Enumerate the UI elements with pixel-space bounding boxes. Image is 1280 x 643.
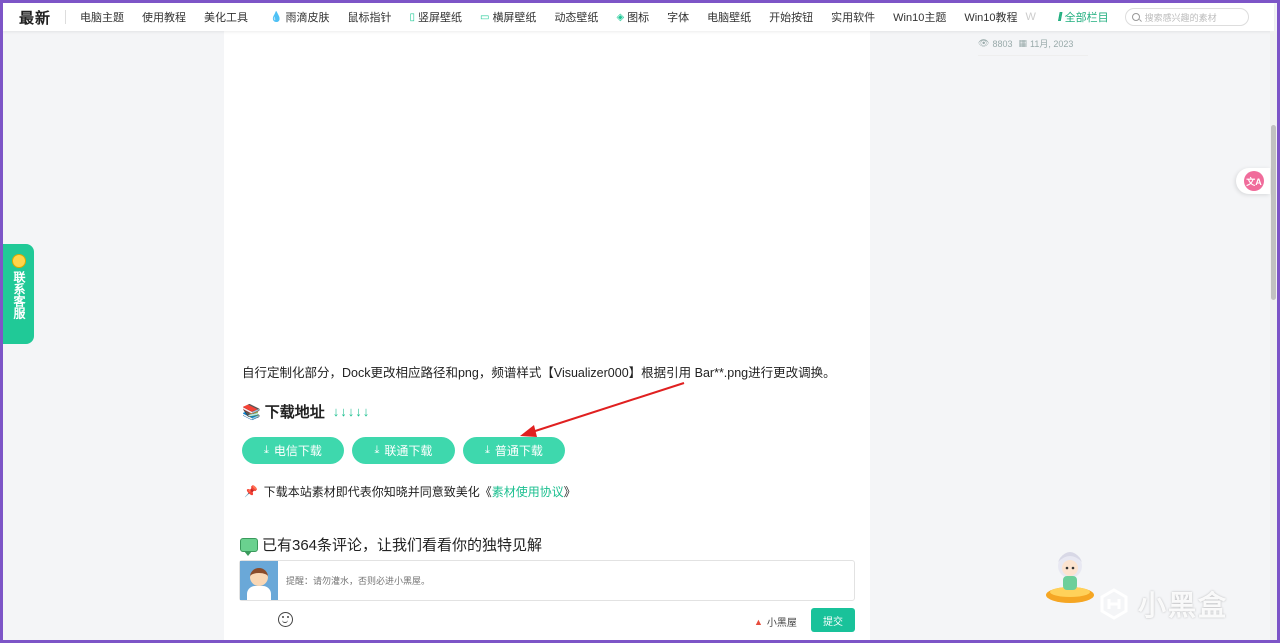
mascot-icon[interactable] (1044, 548, 1096, 604)
license-link[interactable]: 素材使用协议 (492, 483, 564, 500)
calendar-icon: ▦ (1018, 38, 1027, 48)
emoji-icon[interactable] (278, 612, 293, 627)
article-description: 自行定制化部分，Dock更改相应路径和png，频谱样式【Visualizer00… (242, 366, 836, 380)
download-heading: 📚 下载地址 ↓↓↓↓↓ (242, 403, 371, 422)
black-house-link[interactable]: ▲ 小黑屋 (754, 614, 797, 630)
nav-item-themes[interactable]: 电脑主题 (80, 9, 124, 25)
down-arrows: ↓↓↓↓↓ (332, 404, 371, 419)
eye-icon: 👁 (978, 38, 990, 48)
scrollbar-thumb[interactable] (1271, 125, 1276, 300)
avatar (240, 561, 278, 600)
search-input[interactable]: 搜索感兴趣的素材 (1124, 8, 1249, 26)
nav-item-overflow: W (1025, 11, 1036, 23)
contact-label: 联系客服 (12, 271, 26, 319)
nav-item-icons[interactable]: ◈ 图标 (616, 9, 649, 25)
nav-item-win10-tutorials[interactable]: Win10教程 (964, 9, 1017, 25)
post-date: 11月, 2023 (1029, 39, 1074, 49)
nav-item-tools[interactable]: 美化工具 (204, 9, 248, 25)
download-notice: 📌 下载本站素材即代表你知晓并同意致美化《 素材使用协议》 (244, 483, 576, 500)
submit-comment-button[interactable]: 提交 (811, 608, 855, 632)
top-navigation: 最新 电脑主题 使用教程 美化工具 💧 雨滴皮肤 鼠标指针 ▯ 竖屏壁纸 ▭ 横屏壁纸… (3, 3, 1274, 31)
unicom-download-button[interactable]: ⤓ 联通下载 (352, 437, 455, 464)
download-icon: ⤓ (485, 444, 490, 456)
layers-icon: ◈ (616, 11, 625, 23)
nav-item-start-button[interactable]: 开始按钮 (769, 9, 813, 25)
normal-download-button[interactable]: ⤓ 普通下载 (463, 437, 565, 464)
nav-item-software[interactable]: 实用软件 (831, 9, 875, 25)
pin-icon: 📌 (244, 486, 258, 498)
post-meta: 👁 8803 ▦ 11月, 2023 (978, 37, 1088, 56)
nav-item-cursors[interactable]: 鼠标指针 (347, 9, 391, 25)
monitor-icon: ▭ (479, 11, 490, 23)
download-buttons: ⤓ 电信下载 ⤓ 联通下载 ⤓ 普通下载 (242, 437, 573, 464)
telecom-download-button[interactable]: ⤓ 电信下载 (242, 437, 344, 464)
site-logo[interactable]: 最新 (19, 7, 51, 28)
books-icon: 📚 (242, 403, 261, 421)
scrollbar[interactable] (1270, 31, 1277, 640)
search-icon (1131, 13, 1140, 21)
slashes-icon: // (1057, 10, 1062, 24)
translate-button[interactable]: 文A (1236, 168, 1270, 194)
view-count: 8803 (992, 38, 1013, 49)
hexagon-logo-icon (1100, 588, 1128, 620)
nav-item-fonts[interactable]: 字体 (667, 9, 689, 25)
comment-box (239, 560, 855, 601)
smiley-face-icon (11, 254, 26, 268)
nav-item-pc-wallpaper[interactable]: 电脑壁纸 (707, 9, 751, 25)
contact-support-button[interactable]: 联系客服 (3, 244, 34, 344)
nav-item-vertical-wallpaper[interactable]: ▯ 竖屏壁纸 (409, 9, 462, 25)
comments-heading: 已有364条评论，让我们看看你的独特见解 (240, 534, 542, 556)
nav-item-live-wallpaper[interactable]: 动态壁纸 (554, 9, 598, 25)
translate-icon: 文A (1244, 171, 1264, 191)
nav-item-rainmeter[interactable]: 💧 雨滴皮肤 (270, 9, 329, 25)
article-content: 自行定制化部分，Dock更改相应路径和png，频谱样式【Visualizer00… (224, 31, 870, 643)
nav-item-horizontal-wallpaper[interactable]: ▭ 横屏壁纸 (480, 9, 536, 25)
download-icon: ⤓ (374, 444, 380, 456)
logo-divider (65, 10, 67, 24)
download-icon: ⤓ (264, 444, 269, 456)
comment-input[interactable] (278, 561, 854, 600)
comment-bubble-icon (240, 537, 258, 556)
drop-icon: 💧 (270, 11, 283, 23)
nav-item-win10-themes[interactable]: Win10主题 (893, 9, 946, 25)
nav-item-tutorials[interactable]: 使用教程 (142, 9, 186, 25)
phone-icon: ▯ (409, 11, 415, 23)
watermark: 小黑盒 (1098, 584, 1228, 624)
all-columns-button[interactable]: // 全部栏目 (1058, 9, 1109, 25)
alert-icon: ▲ (754, 616, 763, 627)
